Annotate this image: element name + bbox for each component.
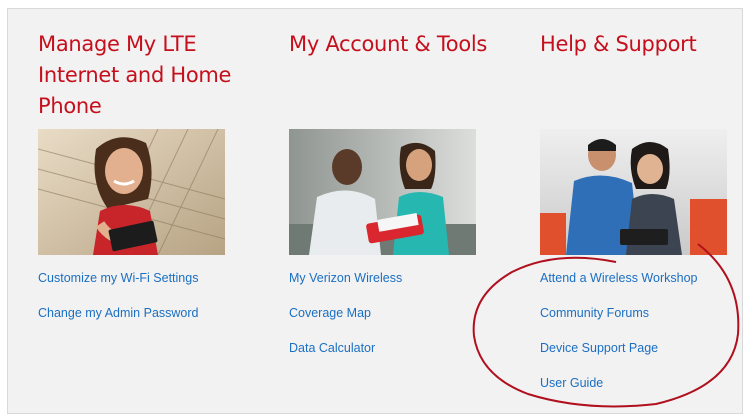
column-heading-manage-lte: Manage My LTE Internet and Home Phone: [38, 32, 232, 118]
link-customize-wifi-settings[interactable]: Customize my Wi-Fi Settings: [38, 269, 199, 287]
woman-with-tablet-photo: [38, 129, 225, 255]
column-heading-account-tools: My Account & Tools: [289, 32, 488, 56]
quick-links-panel: Manage My LTE Internet and Home Phone Cu…: [7, 8, 743, 414]
link-data-calculator[interactable]: Data Calculator: [289, 339, 402, 357]
column-heading-help-support: Help & Support: [540, 32, 697, 56]
two-people-reviewing-tablet-photo: [289, 129, 476, 255]
link-coverage-map[interactable]: Coverage Map: [289, 304, 402, 322]
links-manage-lte: Customize my Wi-Fi Settings Change my Ad…: [38, 269, 199, 339]
link-attend-wireless-workshop[interactable]: Attend a Wireless Workshop: [540, 269, 697, 287]
link-my-verizon-wireless[interactable]: My Verizon Wireless: [289, 269, 402, 287]
link-community-forums[interactable]: Community Forums: [540, 304, 697, 322]
link-user-guide[interactable]: User Guide: [540, 374, 697, 392]
links-account-tools: My Verizon Wireless Coverage Map Data Ca…: [289, 269, 402, 374]
support-rep-helping-customer-photo: [540, 129, 727, 255]
links-help-support: Attend a Wireless Workshop Community For…: [540, 269, 697, 409]
link-device-support-page[interactable]: Device Support Page: [540, 339, 697, 357]
link-change-admin-password[interactable]: Change my Admin Password: [38, 304, 199, 322]
